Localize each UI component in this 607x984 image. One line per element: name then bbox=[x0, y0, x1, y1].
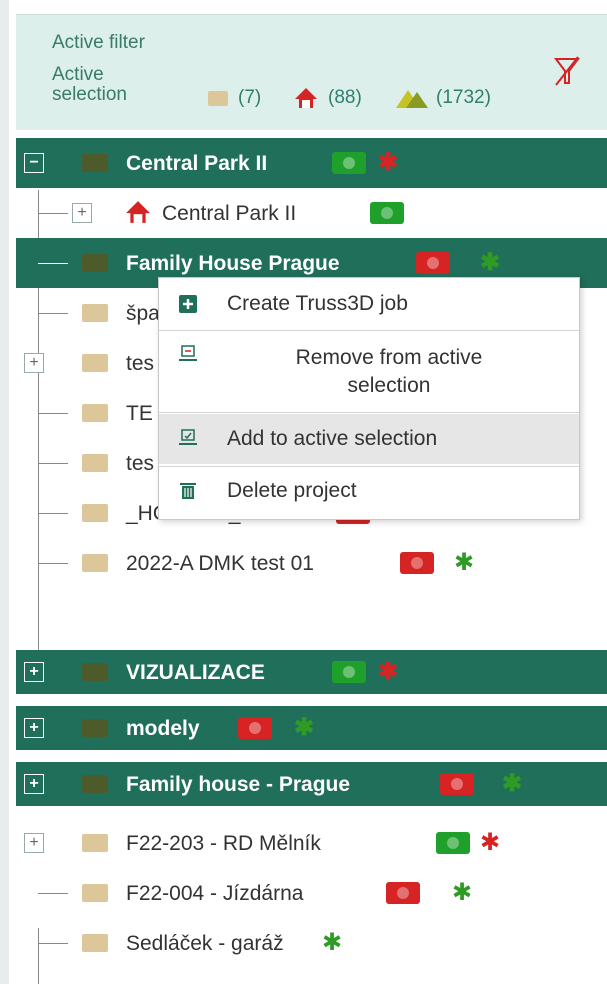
house-icon bbox=[126, 201, 150, 223]
expand-icon[interactable]: + bbox=[72, 203, 92, 223]
remove-selection-icon bbox=[179, 345, 197, 361]
delete-project-item[interactable]: Delete project bbox=[159, 470, 579, 512]
money-icon bbox=[386, 882, 420, 904]
money-icon bbox=[416, 252, 450, 274]
tree-row-label: VIZUALIZACE bbox=[126, 661, 265, 684]
tree-line bbox=[38, 893, 68, 894]
expand-icon[interactable]: + bbox=[24, 662, 44, 682]
gear-icon: ✱ bbox=[480, 829, 501, 856]
tree-row-sedlacek[interactable]: Sedláček - garáž ✱ bbox=[16, 918, 607, 968]
folder-icon bbox=[82, 934, 108, 952]
folder-count: (7) bbox=[208, 87, 261, 109]
gear-icon: ✱ bbox=[378, 658, 399, 685]
menu-separator bbox=[159, 330, 579, 331]
tree-line bbox=[38, 413, 68, 414]
folder-icon bbox=[82, 404, 108, 422]
truss-icon bbox=[396, 90, 428, 108]
tree-line bbox=[38, 313, 68, 314]
tree-row-label: Central Park II bbox=[162, 202, 297, 225]
tree-row-label: tes bbox=[126, 352, 155, 375]
folder-icon bbox=[82, 554, 108, 572]
plus-icon bbox=[179, 295, 197, 313]
tree-row-2022-dmk[interactable]: 2022-A DMK test 01 ✱ bbox=[16, 538, 607, 588]
tree-row-label: Family House Prague bbox=[126, 252, 340, 275]
house-icon bbox=[295, 88, 317, 108]
tree-row-label: F22-203 - RD Mělník bbox=[126, 832, 321, 855]
tree-row-vizualizace[interactable]: + VIZUALIZACE ✱ bbox=[16, 650, 607, 694]
context-menu: Create Truss3D job Remove from active se… bbox=[158, 277, 580, 520]
active-filter-label: Active filter bbox=[52, 32, 145, 53]
folder-icon bbox=[82, 354, 108, 372]
tree-line bbox=[38, 463, 68, 464]
gear-icon: ✱ bbox=[322, 929, 343, 956]
tree-row-label: špa bbox=[126, 302, 160, 325]
money-icon bbox=[440, 773, 474, 795]
folder-icon bbox=[82, 775, 108, 793]
folder-icon bbox=[82, 834, 108, 852]
folder-icon bbox=[208, 90, 228, 106]
collapse-icon[interactable]: − bbox=[24, 153, 44, 173]
tree-line bbox=[38, 943, 68, 944]
filter-off-icon[interactable] bbox=[554, 55, 580, 87]
active-selection-label: Active selection bbox=[52, 64, 127, 105]
truss-count: (1732) bbox=[396, 87, 491, 109]
remove-from-active-selection-item[interactable]: Remove from active selection bbox=[159, 336, 579, 408]
tree-line bbox=[38, 263, 68, 264]
money-icon bbox=[400, 552, 434, 574]
tree-row-family-house-prague-2[interactable]: + Family house - Prague ✱ bbox=[16, 762, 607, 806]
gear-icon: ✱ bbox=[452, 879, 473, 906]
tree-row-central-park[interactable]: − Central Park II ✱ bbox=[16, 138, 607, 188]
money-icon bbox=[238, 717, 272, 739]
folder-icon bbox=[82, 304, 108, 322]
folder-icon bbox=[82, 454, 108, 472]
tree-row-label: TE bbox=[126, 402, 153, 425]
add-selection-icon bbox=[179, 429, 197, 445]
tree-row-f22-203[interactable]: + F22-203 - RD Mělník ✱ bbox=[16, 818, 607, 868]
tree-line bbox=[38, 513, 68, 514]
folder-icon bbox=[82, 719, 108, 737]
folder-icon bbox=[82, 663, 108, 681]
folder-icon bbox=[82, 884, 108, 902]
menu-separator bbox=[159, 412, 579, 413]
money-icon bbox=[370, 202, 404, 224]
trash-icon bbox=[180, 483, 196, 499]
tree-row-label: Sedláček - garáž bbox=[126, 932, 284, 955]
house-count: (88) bbox=[294, 87, 362, 109]
add-to-active-selection-item[interactable]: Add to active selection bbox=[159, 414, 579, 464]
tree-row-label: F22-004 - Jízdárna bbox=[126, 882, 304, 905]
tree-row-label: Family house - Prague bbox=[126, 773, 351, 796]
expand-icon[interactable]: + bbox=[24, 718, 44, 738]
gear-icon: ✱ bbox=[454, 549, 475, 576]
gear-icon: ✱ bbox=[294, 714, 315, 741]
gear-icon: ✱ bbox=[502, 770, 523, 797]
money-icon bbox=[436, 832, 470, 854]
folder-icon bbox=[82, 254, 108, 272]
tree-row-label: tes bbox=[126, 452, 155, 475]
gear-icon: ✱ bbox=[480, 249, 501, 276]
tree-row-label: 2022-A DMK test 01 bbox=[126, 552, 314, 575]
folder-icon bbox=[82, 504, 108, 522]
money-icon bbox=[332, 152, 366, 174]
menu-separator bbox=[159, 466, 579, 467]
money-icon bbox=[332, 661, 366, 683]
folder-icon bbox=[82, 154, 108, 172]
tree-row-modely[interactable]: + modely ✱ bbox=[16, 706, 607, 750]
filter-header: Active filter Active selection (7) (88) … bbox=[16, 14, 607, 130]
gear-icon: ✱ bbox=[378, 149, 399, 176]
tree-row-central-park-house[interactable]: + Central Park II bbox=[16, 188, 607, 238]
expand-icon[interactable]: + bbox=[24, 774, 44, 794]
expand-icon[interactable]: + bbox=[24, 833, 44, 853]
tree-row-f22-004[interactable]: F22-004 - Jízdárna ✱ bbox=[16, 868, 607, 918]
left-edge bbox=[0, 0, 9, 984]
tree-row-label: modely bbox=[126, 717, 200, 740]
expand-icon[interactable]: + bbox=[24, 353, 44, 373]
create-truss3d-job-item[interactable]: Create Truss3D job bbox=[159, 284, 579, 324]
tree-line bbox=[38, 213, 68, 214]
tree-row-label: Central Park II bbox=[126, 152, 268, 175]
tree-line bbox=[38, 563, 68, 564]
